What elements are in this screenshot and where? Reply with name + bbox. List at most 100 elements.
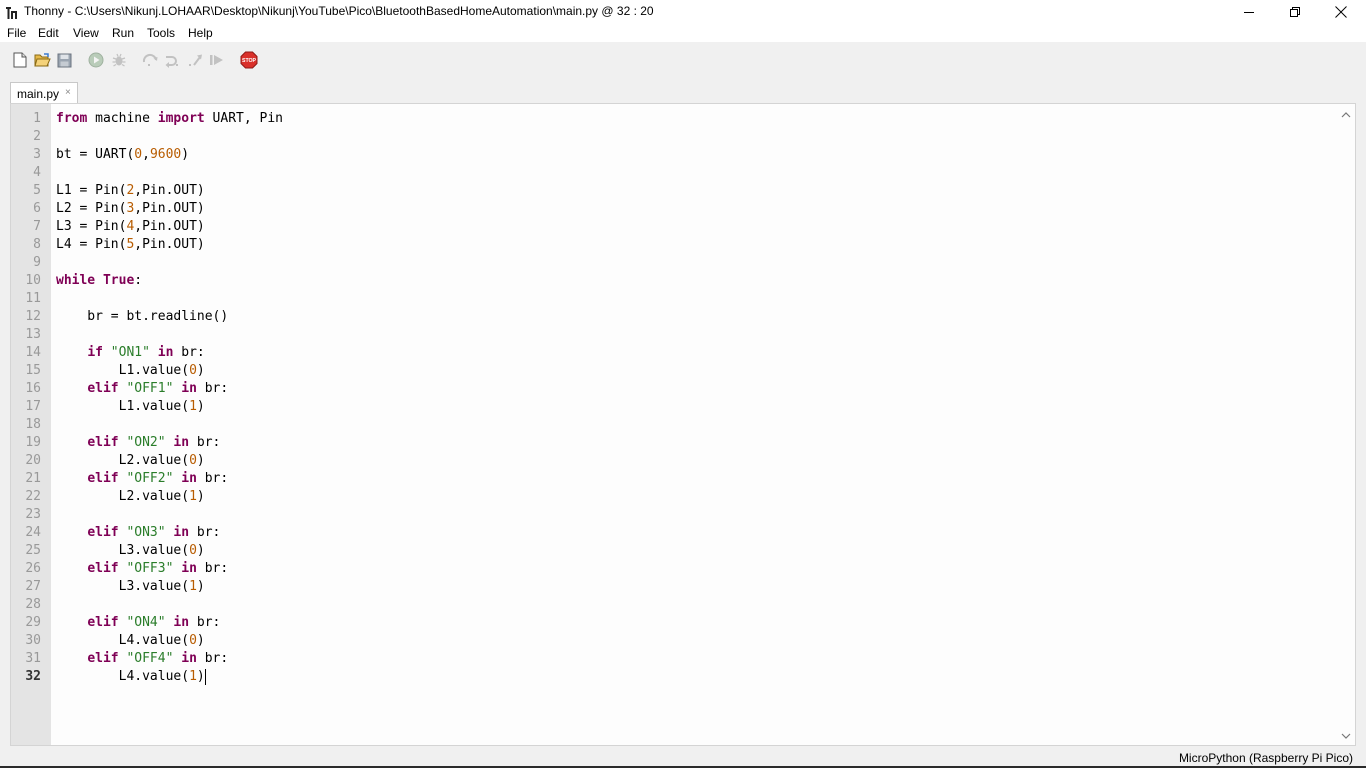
code-line[interactable]: elif "ON3" in br: — [56, 524, 220, 542]
open-file-button[interactable] — [33, 51, 51, 69]
line-number: 15 — [25, 363, 41, 378]
line-number: 17 — [25, 399, 41, 414]
code-token: br: — [189, 615, 221, 630]
step-into-icon — [165, 56, 178, 68]
code-token: ) — [196, 669, 205, 684]
code-token: ,Pin.OUT) — [134, 219, 205, 234]
code-line[interactable]: bt = UART(0,9600) — [56, 146, 189, 164]
scroll-down-icon[interactable] — [1341, 731, 1351, 741]
code-area[interactable]: from machine import UART, Pin bt = UART(0… — [51, 104, 1337, 745]
code-string: "ON3" — [126, 525, 166, 540]
code-line[interactable]: L1.value(1) — [56, 398, 205, 416]
code-line[interactable]: elif "OFF1" in br: — [56, 380, 228, 398]
line-number: 28 — [25, 597, 41, 612]
menu-file[interactable]: File — [7, 26, 26, 40]
code-line[interactable]: L4.value(0) — [56, 632, 205, 650]
step-out-button[interactable] — [187, 51, 205, 69]
menu-edit[interactable]: Edit — [38, 26, 59, 40]
minimize-icon — [1244, 12, 1254, 13]
line-number: 12 — [25, 309, 41, 324]
code-token: ) — [196, 633, 205, 648]
tab-close-icon[interactable]: × — [65, 87, 71, 98]
stop-button[interactable]: STOP — [240, 51, 258, 69]
scroll-up-icon[interactable] — [1341, 110, 1351, 120]
code-token: br: — [173, 345, 205, 360]
step-over-button[interactable] — [142, 51, 160, 69]
close-button[interactable] — [1318, 0, 1364, 24]
line-number: 20 — [25, 453, 41, 468]
code-number: 9600 — [149, 147, 182, 162]
code-token: L2.value( — [56, 453, 190, 468]
code-string: "OFF2" — [126, 471, 174, 486]
vertical-scrollbar[interactable] — [1337, 104, 1355, 745]
menu-run[interactable]: Run — [112, 26, 134, 40]
stop-label: STOP — [242, 58, 257, 64]
menu-view[interactable]: View — [73, 26, 99, 40]
menu-tools[interactable]: Tools — [147, 26, 175, 40]
debug-button[interactable] — [110, 51, 128, 69]
line-number: 19 — [25, 435, 41, 450]
line-number: 5 — [33, 183, 41, 198]
resume-button[interactable] — [208, 51, 226, 69]
code-line[interactable]: L2.value(1) — [56, 488, 205, 506]
line-number: 24 — [25, 525, 41, 540]
code-line[interactable]: L1.value(0) — [56, 362, 205, 380]
minimize-button[interactable] — [1226, 0, 1272, 24]
tab-main-py[interactable]: main.py × — [10, 82, 78, 104]
run-button[interactable] — [87, 51, 105, 69]
code-string: "ON2" — [126, 435, 166, 450]
code-keyword: elif — [87, 561, 119, 576]
code-line[interactable]: L3 = Pin(4,Pin.OUT) — [56, 218, 205, 236]
code-line[interactable]: elif "OFF2" in br: — [56, 470, 228, 488]
code-line[interactable]: L2 = Pin(3,Pin.OUT) — [56, 200, 205, 218]
code-keyword: if — [87, 345, 103, 360]
menu-help[interactable]: Help — [188, 26, 213, 40]
code-line[interactable]: L1 = Pin(2,Pin.OUT) — [56, 182, 205, 200]
code-line[interactable]: elif "OFF4" in br: — [56, 650, 228, 668]
code-number: 1 — [189, 579, 197, 594]
line-number: 30 — [25, 633, 41, 648]
code-token: bt = UART( — [56, 147, 135, 162]
maximize-button[interactable] — [1272, 0, 1318, 24]
line-number: 22 — [25, 489, 41, 504]
line-number: 16 — [25, 381, 41, 396]
code-line[interactable]: L4 = Pin(5,Pin.OUT) — [56, 236, 205, 254]
code-line[interactable]: while True: — [56, 272, 142, 290]
code-line[interactable]: if "ON1" in br: — [56, 344, 205, 362]
code-token: L1 = Pin( — [56, 183, 127, 198]
resume-icon — [210, 55, 223, 65]
debug-icon — [112, 53, 126, 67]
line-number: 4 — [33, 165, 41, 180]
code-token: br = bt.readline() — [56, 309, 229, 324]
step-into-button[interactable] — [164, 51, 182, 69]
code-line[interactable]: br = bt.readline() — [56, 308, 228, 326]
code-line[interactable]: L4.value(1) — [56, 668, 205, 686]
save-button[interactable] — [55, 51, 73, 69]
code-line[interactable]: elif "OFF3" in br: — [56, 560, 228, 578]
code-line[interactable]: elif "ON4" in br: — [56, 614, 220, 632]
step-out-icon — [189, 54, 202, 66]
code-number: 1 — [189, 399, 197, 414]
code-line[interactable]: L2.value(0) — [56, 452, 205, 470]
code-number: 0 — [189, 633, 197, 648]
line-number: 8 — [33, 237, 41, 252]
code-line[interactable]: L3.value(1) — [56, 578, 205, 596]
line-number: 3 — [33, 147, 41, 162]
new-file-button[interactable] — [11, 51, 29, 69]
code-line[interactable]: from machine import UART, Pin — [56, 110, 283, 128]
code-token: L1.value( — [56, 363, 190, 378]
code-keyword: in — [181, 381, 197, 396]
code-editor[interactable]: 1 2 3 4 5 6 7 8 9 10 11 12 13 14 15 16 17 18 19 20 21 22 23 24 2… — [10, 103, 1356, 746]
tab-label: main.py — [17, 87, 60, 101]
code-line[interactable]: L3.value(0) — [56, 542, 205, 560]
code-token: UART, Pin — [204, 111, 284, 126]
code-line[interactable]: elif "ON2" in br: — [56, 434, 220, 452]
code-keyword: in — [181, 471, 197, 486]
interpreter-status[interactable]: MicroPython (Raspberry Pi Pico) — [1179, 751, 1353, 765]
code-number: 0 — [134, 147, 143, 162]
code-keyword: in — [157, 345, 174, 360]
